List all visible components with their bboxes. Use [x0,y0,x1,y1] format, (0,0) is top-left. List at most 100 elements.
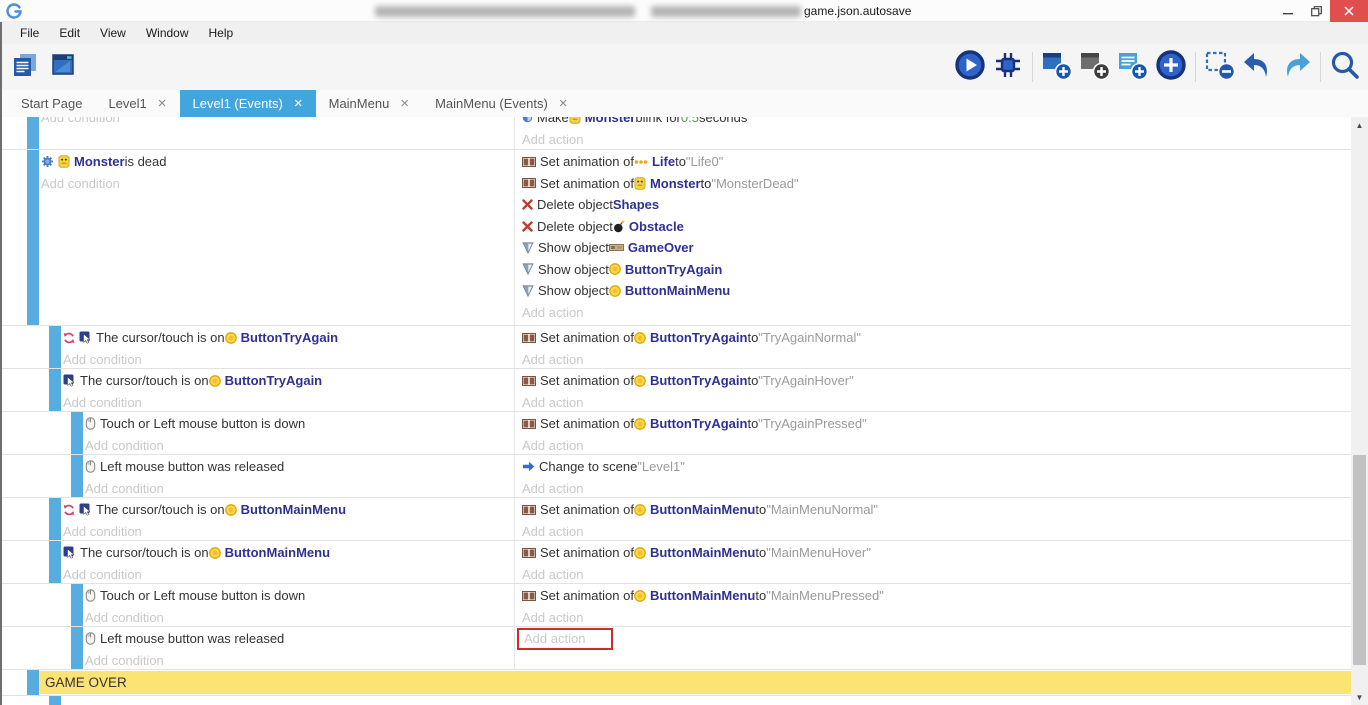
action-line[interactable]: Set animation of Monster to "MonsterDead… [522,173,1351,195]
add-condition-button[interactable]: Add condition [85,435,514,455]
start-page-button[interactable] [44,49,82,85]
add-action-button[interactable]: Add action [522,435,1351,455]
scroll-down-icon[interactable]: ▼ [1351,689,1368,705]
add-sub-event-button[interactable] [1076,49,1114,85]
coin-icon [609,285,621,297]
add-action-button[interactable]: Add action [522,302,1351,324]
add-condition-button[interactable]: Add condition [85,478,514,498]
partial-event-row [2,696,1351,705]
action-line[interactable]: Set animation of ButtonTryAgain to "TryA… [522,413,1351,435]
event-indent-bar[interactable] [71,627,83,669]
condition-line[interactable]: The cursor/touch is on ButtonMainMenu [63,499,514,521]
event-indent-bar[interactable] [71,455,83,497]
search-button[interactable] [1326,49,1364,85]
tab-close-icon[interactable]: × [400,96,409,111]
redo-button[interactable] [1277,49,1315,85]
action-line[interactable]: Change to scene "Level1" [522,456,1351,478]
delete-selection-button[interactable] [1201,49,1239,85]
add-event-button[interactable] [1038,49,1076,85]
scroll-up-icon[interactable]: ▲ [1351,117,1368,133]
add-action-button[interactable]: Add action [522,349,1351,369]
condition-line[interactable]: Left mouse button was released [85,456,514,478]
close-button[interactable] [1330,0,1368,22]
tab-close-icon[interactable]: × [559,96,568,111]
minimize-button[interactable] [1274,0,1302,22]
vertical-scrollbar[interactable]: ▲ ▼ [1351,117,1368,705]
add-condition-button[interactable]: Add condition [63,521,514,541]
add-action-button[interactable]: Add action [522,521,1351,541]
event-indent-bar[interactable] [49,326,61,368]
action-line[interactable]: Set animation of ButtonMainMenu to "Main… [522,499,1351,521]
action-line[interactable]: Set animation of ButtonTryAgain to "TryA… [522,327,1351,349]
add-comment-button[interactable] [1114,49,1152,85]
add-action-button[interactable]: Add action [522,129,1351,150]
action-line[interactable]: Show object ButtonTryAgain [522,259,1351,281]
condition-line[interactable]: The cursor/touch is on ButtonTryAgain [63,327,514,349]
tab-close-icon[interactable]: × [158,96,167,111]
add-event-menu-button[interactable] [1152,49,1190,85]
condition-line[interactable]: The cursor/touch is on ButtonMainMenu [63,542,514,564]
add-condition-button[interactable]: Add condition [63,564,514,584]
placeholder-text: Add condition [85,653,164,668]
text: Set animation of [540,330,634,345]
tab-close-icon[interactable]: × [294,96,303,111]
actions-cell: Set animation of ButtonTryAgain to "TryA… [514,326,1351,368]
condition-line[interactable]: Touch or Left mouse button is down [85,585,514,607]
text: Set animation of [540,545,634,560]
tab-start-page[interactable]: Start Page [8,90,95,117]
condition-line[interactable]: The cursor/touch is on ButtonTryAgain [63,370,514,392]
add-action-button[interactable]: Add action [522,392,1351,412]
action-line[interactable]: Set animation of ButtonMainMenu to "Main… [522,542,1351,564]
menu-item-window[interactable]: Window [136,26,199,40]
add-condition-button[interactable]: Add condition [63,349,514,369]
action-line[interactable]: Set animation of Life to "Life0" [522,151,1351,173]
event-indent-bar[interactable] [49,541,61,583]
action-line[interactable]: Delete object Shapes [522,194,1351,216]
event-indent-bar[interactable] [27,670,39,695]
scrollbar-thumb[interactable] [1353,455,1366,665]
invert-icon [63,504,75,516]
tab-level1[interactable]: Level1× [95,90,179,117]
action-line[interactable]: Show object GameOver [522,237,1351,259]
event-indent-bar[interactable] [49,696,61,705]
event-indent-bar[interactable] [27,150,39,325]
tab-mainmenu[interactable]: MainMenu× [316,90,422,117]
coin-icon [225,332,237,344]
event-row: Monster is deadAdd condition Set animatio… [2,150,1351,326]
add-condition-button[interactable]: Add condition [63,392,514,412]
condition-line[interactable]: Left mouse button was released [85,628,514,650]
action-line[interactable]: Set animation of ButtonMainMenu to "Main… [522,585,1351,607]
action-line[interactable]: Make Monster blink for 0.5 seconds [522,117,1351,129]
tab-level1-events[interactable]: Level1 (Events)× [180,90,316,117]
comment-row[interactable]: GAME OVER [2,670,1351,696]
undo-button[interactable] [1239,49,1277,85]
event-indent-bar[interactable] [71,584,83,626]
event-indent-bar[interactable] [49,369,61,411]
add-condition-button[interactable]: Add condition [85,650,514,670]
tab-mainmenu-events[interactable]: MainMenu (Events)× [422,90,580,117]
menu-item-file[interactable]: File [10,26,49,40]
add-action-button[interactable]: Add action [522,564,1351,584]
text: Delete object [537,219,613,234]
debug-button[interactable] [989,49,1027,85]
add-action-button[interactable]: Add action [522,607,1351,627]
action-line[interactable]: Set animation of ButtonTryAgain to "TryA… [522,370,1351,392]
add-condition-button[interactable]: Add condition [41,173,514,195]
menu-item-view[interactable]: View [90,26,136,40]
action-line[interactable]: Delete object Obstacle [522,216,1351,238]
play-button[interactable] [951,49,989,85]
menu-item-edit[interactable]: Edit [49,26,90,40]
event-indent-bar[interactable] [27,117,39,149]
condition-line[interactable]: Monster is dead [41,151,514,173]
add-action-button[interactable]: Add action [522,478,1351,498]
event-indent-bar[interactable] [49,498,61,540]
condition-line[interactable]: Touch or Left mouse button is down [85,413,514,435]
action-line[interactable]: Show object ButtonMainMenu [522,280,1351,302]
maximize-button[interactable] [1302,0,1330,22]
menu-item-help[interactable]: Help [199,26,244,40]
add-condition-button[interactable]: Add condition [41,117,514,129]
project-manager-button[interactable] [6,49,44,85]
event-indent-bar[interactable] [71,412,83,454]
add-action-button[interactable]: Add action [522,628,1351,650]
add-condition-button[interactable]: Add condition [85,607,514,627]
